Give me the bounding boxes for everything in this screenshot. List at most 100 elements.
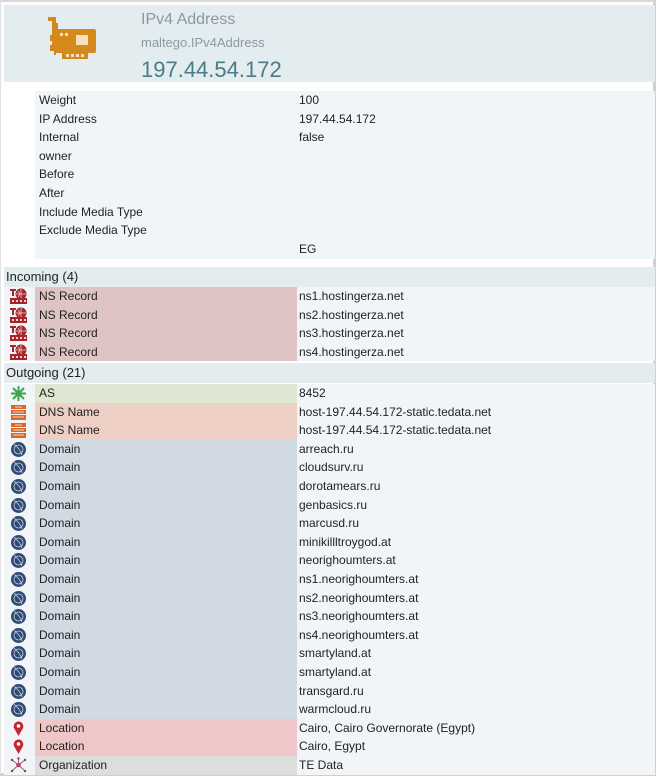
entity-type-label: Domain	[35, 458, 297, 477]
entity-value-link[interactable]: Cairo, Cairo Governorate (Egypt)	[299, 719, 475, 738]
entity-type-label: Domain	[35, 551, 297, 570]
entity-value-link[interactable]: dorotamears.ru	[299, 477, 380, 496]
entity-type-label: Domain	[35, 477, 297, 496]
entity-type-label: IPv4 Address	[141, 11, 236, 28]
outgoing-link-row[interactable]: Domain transgard.ru	[4, 681, 655, 701]
entity-value-link[interactable]: ns3.hostingerza.net	[299, 324, 404, 343]
entity-value-link[interactable]: ns4.neorighoumters.at	[299, 626, 418, 645]
property-row: After	[35, 184, 655, 203]
outgoing-link-row[interactable]: Domain ns1.neorighoumters.at	[4, 570, 655, 589]
entity-value-link[interactable]: marcusd.ru	[299, 514, 359, 533]
entity-value-link[interactable]: ns3.neorighoumters.at	[299, 607, 418, 626]
outgoing-link-row[interactable]: AS 8452	[4, 384, 655, 403]
outgoing-link-row[interactable]: Domain dorotamears.ru	[4, 477, 655, 496]
property-key: Include Media Type	[39, 204, 143, 219]
entity-value-link[interactable]: ns4.hostingerza.net	[299, 343, 404, 362]
outgoing-link-row[interactable]: Domain marcusd.ru	[4, 514, 655, 533]
entity-value-link[interactable]: 8452	[299, 384, 326, 403]
domain-globe-icon	[10, 701, 27, 718]
entity-type-label: Domain	[35, 495, 297, 515]
incoming-link-row[interactable]: NS Record ns2.hostingerza.net	[4, 305, 655, 325]
entity-value-link[interactable]: genbasics.ru	[299, 496, 367, 515]
outgoing-link-row[interactable]: Domain warmcloud.ru	[4, 700, 655, 719]
incoming-title: Incoming (4)	[6, 269, 79, 284]
entity-value-link[interactable]: ns2.neorighoumters.at	[299, 589, 418, 608]
entity-type-label: NS Record	[35, 324, 297, 343]
incoming-link-row[interactable]: NS Record ns4.hostingerza.net	[4, 342, 655, 362]
entity-type-label: Domain	[35, 700, 297, 719]
outgoing-link-row[interactable]: Domain minikillltroygod.at	[4, 532, 655, 552]
organization-icon	[10, 757, 27, 774]
domain-globe-icon	[10, 459, 27, 476]
outgoing-link-row[interactable]: Domain smartyland.at	[4, 663, 655, 682]
domain-globe-icon	[10, 571, 27, 588]
outgoing-link-row[interactable]: Domain cloudsurv.ru	[4, 458, 655, 477]
entity-type-label: Domain	[35, 532, 297, 552]
entity-type-label: Domain	[35, 607, 297, 626]
entity-value-link[interactable]: warmcloud.ru	[299, 700, 371, 719]
outgoing-link-row[interactable]: Location Cairo, Egypt	[4, 737, 655, 756]
entity-value-link[interactable]: ns1.neorighoumters.at	[299, 570, 418, 589]
property-row: Internal false	[35, 128, 655, 147]
property-key: Before	[39, 167, 75, 182]
entity-value-link[interactable]: host-197.44.54.172-static.tedata.net	[299, 421, 491, 440]
ns-record-icon	[10, 288, 27, 305]
ns-record-icon	[10, 344, 27, 361]
property-key: Weight	[39, 93, 77, 107]
outgoing-link-row[interactable]: Domain neorighoumters.at	[4, 551, 655, 570]
entity-type-label: Domain	[35, 663, 297, 682]
entity-type-id: maltego.IPv4Address	[141, 35, 265, 50]
network-card-icon	[48, 17, 96, 59]
property-row: Before	[35, 165, 655, 184]
property-row: Exclude Media Type	[35, 221, 655, 240]
incoming-section-header[interactable]: Incoming (4)	[4, 267, 655, 287]
entity-type-label: Domain	[35, 514, 297, 533]
domain-globe-icon	[10, 515, 27, 532]
outgoing-link-row[interactable]: Organization TE Data	[4, 756, 655, 775]
domain-globe-icon	[10, 683, 27, 700]
entity-value-link[interactable]: smartyland.at	[299, 644, 371, 663]
property-row: Weight 100	[35, 91, 655, 110]
outgoing-link-row[interactable]: Domain ns3.neorighoumters.at	[4, 607, 655, 626]
outgoing-section-header[interactable]: Outgoing (21)	[4, 363, 655, 383]
outgoing-link-row[interactable]: Domain ns2.neorighoumters.at	[4, 588, 655, 608]
outgoing-link-row[interactable]: Domain smartyland.at	[4, 644, 655, 663]
domain-globe-icon	[10, 441, 27, 458]
entity-value-link[interactable]: transgard.ru	[299, 682, 364, 701]
property-row: Include Media Type	[35, 203, 655, 222]
entity-value-link[interactable]: Cairo, Egypt	[299, 737, 365, 756]
incoming-link-row[interactable]: NS Record ns3.hostingerza.net	[4, 324, 655, 343]
entity-type-label: DNS Name	[35, 421, 297, 440]
entity-type-label: Organization	[35, 756, 297, 775]
incoming-link-row[interactable]: NS Record ns1.hostingerza.net	[4, 287, 655, 306]
entity-type-label: Domain	[35, 439, 297, 459]
property-row: IP Address 197.44.54.172	[35, 110, 655, 129]
property-value: EG	[299, 241, 317, 256]
entity-type-label: Domain	[35, 625, 297, 645]
entity-type-label: Domain	[35, 681, 297, 701]
entity-value-link[interactable]: smartyland.at	[299, 663, 371, 682]
property-row: EG	[35, 240, 655, 259]
domain-globe-icon	[10, 608, 27, 625]
domain-globe-icon	[10, 590, 27, 607]
entity-value-link[interactable]: ns1.hostingerza.net	[299, 287, 404, 306]
outgoing-link-row[interactable]: Domain arreach.ru	[4, 439, 655, 459]
outgoing-link-row[interactable]: DNS Name host-197.44.54.172-static.tedata…	[4, 402, 655, 422]
location-pin-icon	[10, 720, 27, 737]
outgoing-link-row[interactable]: Domain ns4.neorighoumters.at	[4, 625, 655, 645]
entity-value-link[interactable]: ns2.hostingerza.net	[299, 306, 404, 325]
outgoing-link-row[interactable]: DNS Name host-197.44.54.172-static.tedata…	[4, 421, 655, 440]
entity-value-link[interactable]: TE Data	[299, 756, 343, 775]
entity-type-label: AS	[35, 384, 297, 403]
entity-value-link[interactable]: minikillltroygod.at	[299, 533, 391, 552]
entity-value-link[interactable]: neorighoumters.at	[299, 551, 396, 570]
entity-value-link[interactable]: cloudsurv.ru	[299, 458, 363, 477]
entity-value-link[interactable]: arreach.ru	[299, 440, 354, 459]
entity-header: IPv4 Address maltego.IPv4Address 197.44.…	[4, 5, 655, 82]
entity-value-link[interactable]: host-197.44.54.172-static.tedata.net	[299, 403, 491, 422]
outgoing-link-row[interactable]: Location Cairo, Cairo Governorate (Egypt)	[4, 718, 655, 738]
outgoing-link-row[interactable]: Domain genbasics.ru	[4, 495, 655, 515]
ns-record-icon	[10, 325, 27, 342]
ns-record-icon	[10, 307, 27, 324]
domain-globe-icon	[10, 478, 27, 495]
